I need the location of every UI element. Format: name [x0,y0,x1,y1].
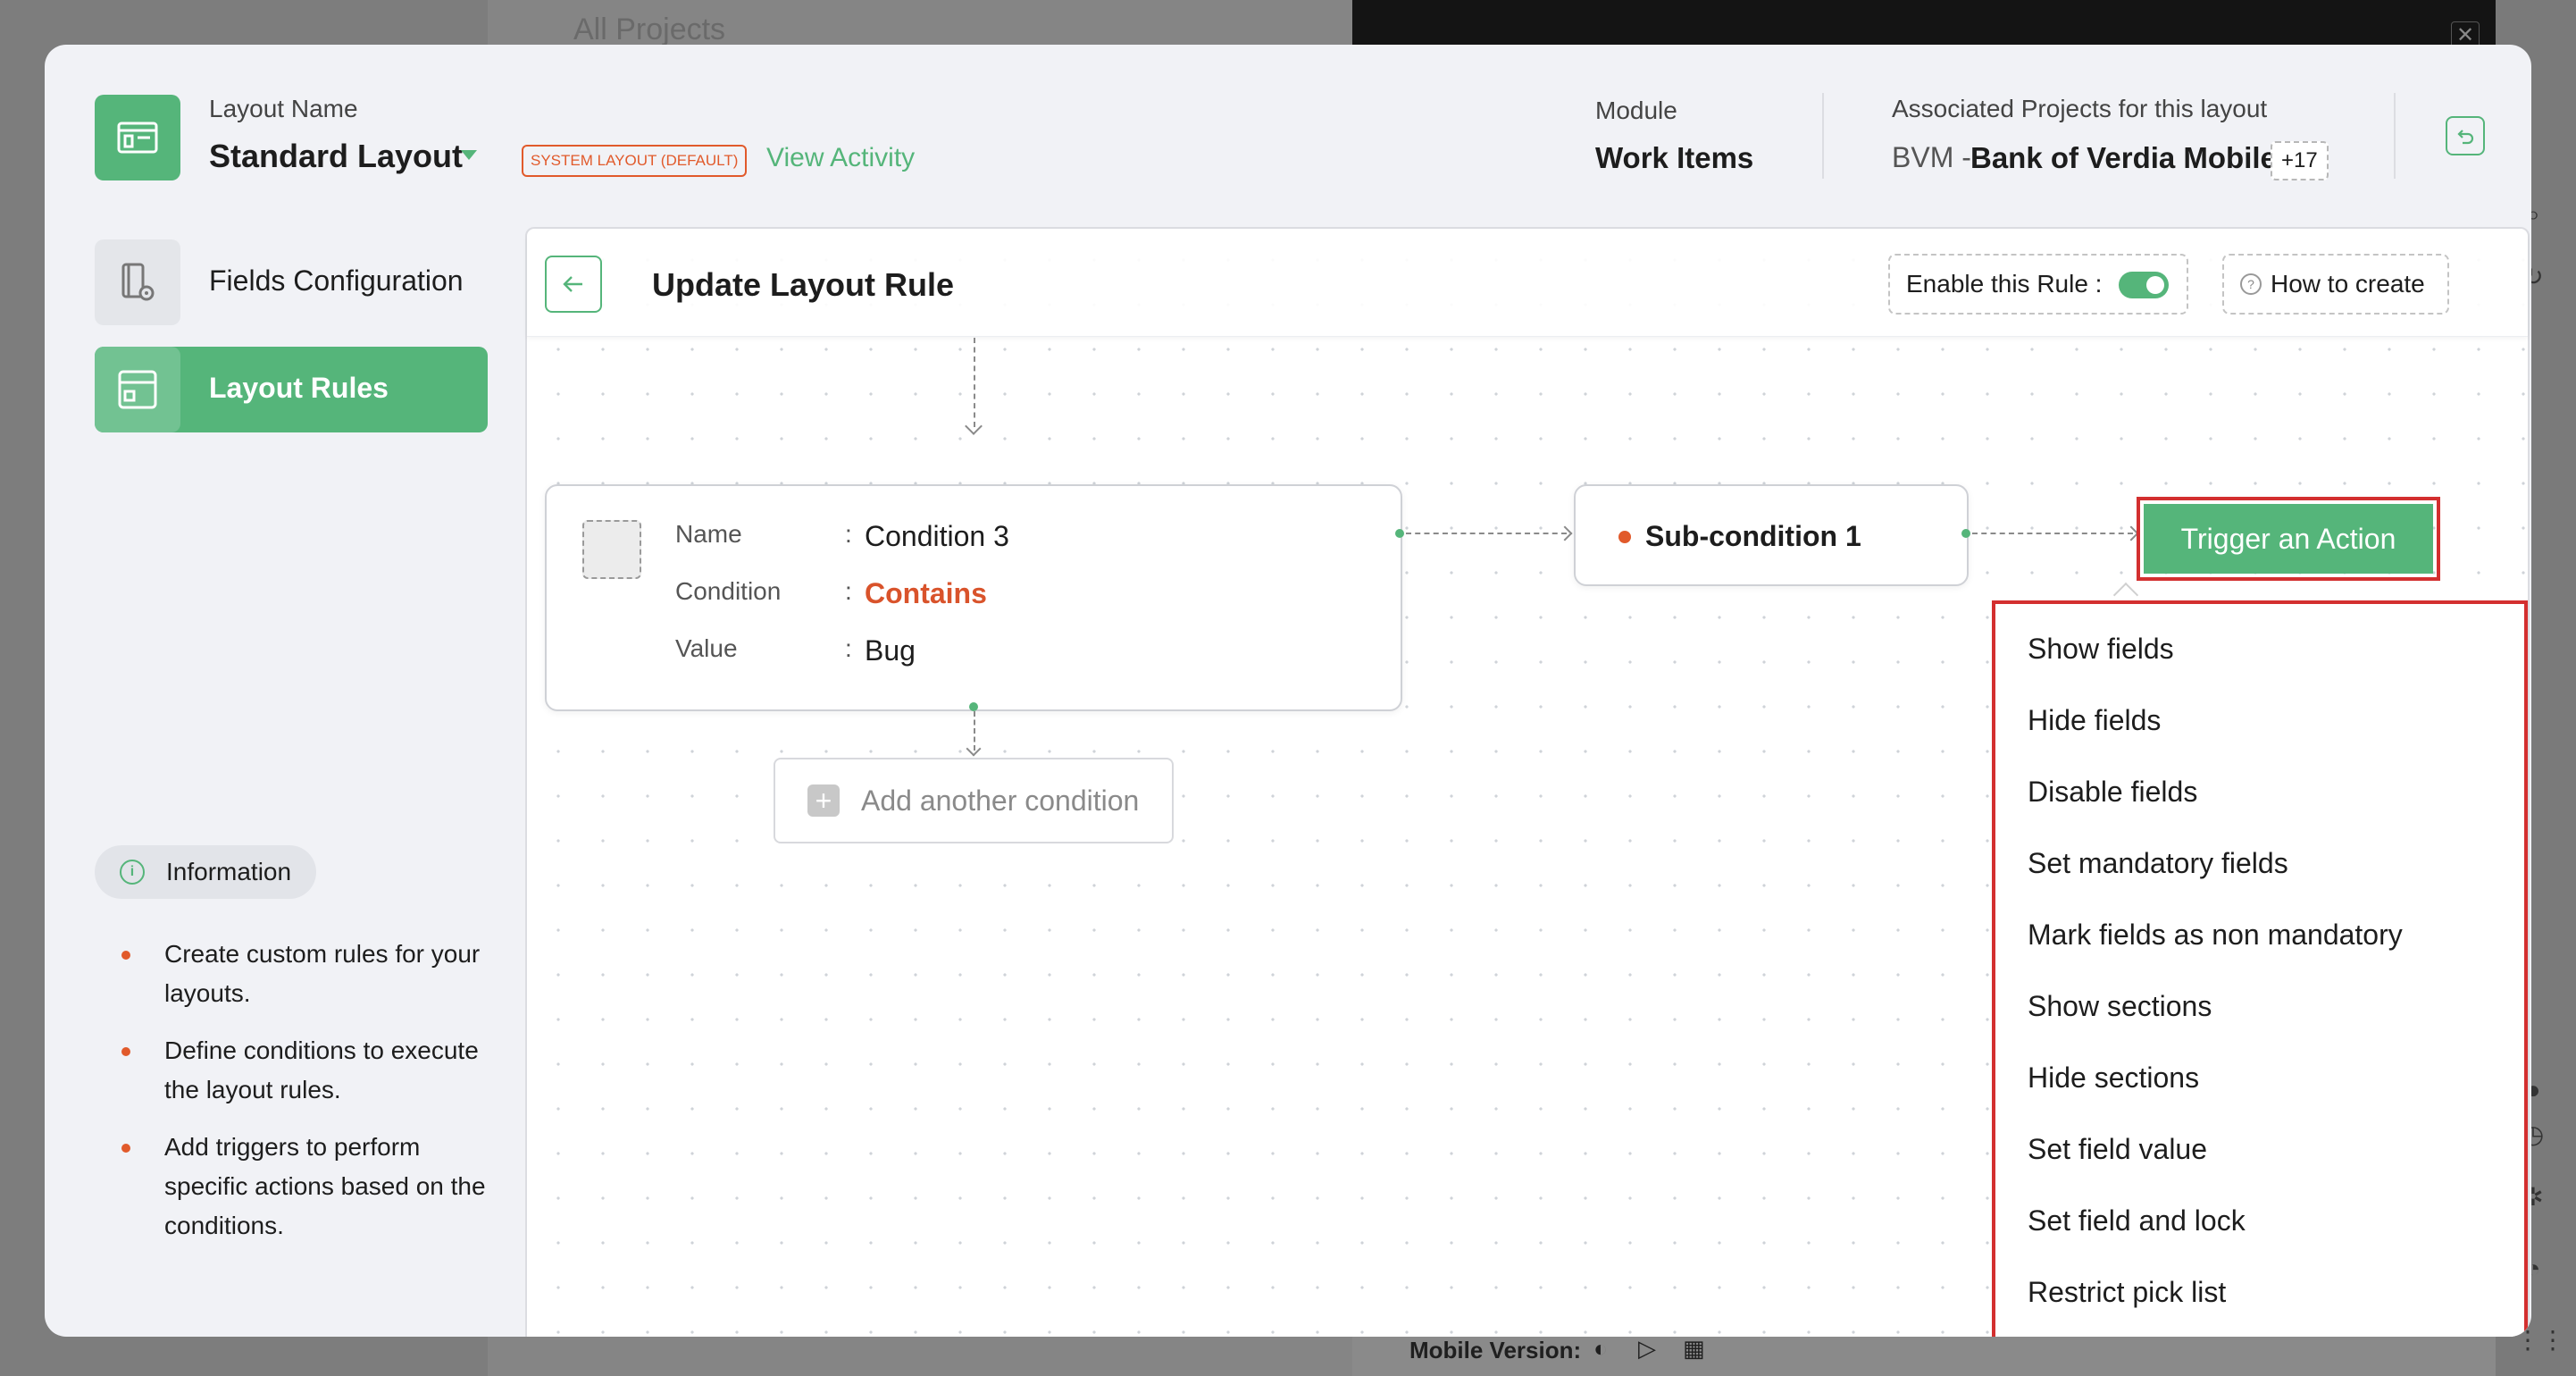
plus-icon: + [807,784,840,817]
condition-name-value: Condition 3 [865,520,1009,552]
colon: : [845,634,852,662]
apple-icon[interactable]: ◐ [1593,1335,1608,1363]
back-button[interactable] [545,256,602,313]
menu-item-disable-fields[interactable]: Disable fields [2028,776,2197,809]
layout-name-selector[interactable]: Standard Layout [209,138,463,175]
sidebar-item-layout-rules[interactable]: Layout Rules [95,347,488,432]
connector-line [1972,533,2133,534]
add-another-condition-button[interactable]: + Add another condition [774,758,1174,843]
menu-item-hide-fields[interactable]: Hide fields [2028,704,2161,737]
module-value: Work Items [1595,141,1754,174]
information-list: Create custom rules for your layouts. De… [121,935,497,1263]
add-condition-label: Add another condition [861,784,1140,817]
layout-rules-modal: Layout Name Standard Layout SYSTEM LAYOU… [45,45,2531,1337]
status-dot [1618,531,1631,543]
layout-icon [95,95,180,180]
background-title: All Projects [573,13,726,46]
arrow-down-icon [966,741,982,757]
header-divider [2394,93,2396,179]
info-icon: i [120,860,145,885]
information-pill: i Information [95,845,317,899]
connector-dot [969,702,978,711]
page-title: Update Layout Rule [652,266,955,303]
information-point: Add triggers to perform specific actions… [121,1128,497,1246]
menu-item-show-sections[interactable]: Show sections [2028,990,2212,1023]
how-to-create-button[interactable]: ? How to create [2222,254,2449,315]
associated-project-name: Bank of Verdia Mobile [1970,141,2277,174]
information-point: Define conditions to execute the layout … [121,1031,497,1110]
associated-project-prefix: BVM - [1892,141,1971,173]
background-dark-header: ✕ [1352,0,2496,50]
sub-condition-label: Sub-condition 1 [1645,520,1861,552]
module-label: Module [1595,96,1677,124]
action-dropdown-menu: Show fields Hide fields Disable fields S… [1992,600,2528,1337]
menu-item-set-field-value[interactable]: Set field value [2028,1133,2207,1166]
condition-name-key: Name [675,520,742,548]
qr-code-icon[interactable]: ▦ [1683,1335,1705,1363]
connector-dot [1395,529,1404,538]
question-icon: ? [2240,273,2262,295]
mobile-version-label: Mobile Version: [1409,1337,1582,1363]
arrow-right-icon [1557,525,1573,541]
colon: : [845,577,852,605]
reset-button[interactable] [2446,116,2485,155]
menu-item-set-field-and-lock[interactable]: Set field and lock [2028,1204,2246,1238]
associated-projects-label: Associated Projects for this layout [1892,95,2268,122]
menu-item-show-fields[interactable]: Show fields [2028,633,2174,666]
sidebar-item-label: Layout Rules [209,372,389,404]
colon: : [845,520,852,548]
arrow-down-icon [965,417,983,435]
trigger-an-action-button[interactable]: Trigger an Action [2144,504,2433,574]
system-layout-badge: SYSTEM LAYOUT (DEFAULT) [522,145,748,177]
play-store-icon[interactable]: ▷ [1638,1335,1656,1363]
condition-value-key: Value [675,634,738,662]
condition-operator-value: Contains [865,577,987,609]
sidebar-item-fields-configuration[interactable]: Fields Configuration [95,239,488,325]
arrow-left-icon [563,276,582,292]
fields-config-icon [95,239,180,325]
canvas-header: Update Layout Rule Enable this Rule : ? … [527,229,2528,337]
connector-dot [1961,529,1970,538]
condition-drag-handle[interactable] [582,520,641,579]
condition-card[interactable]: Name : Condition 3 Condition : Contains … [545,484,1402,711]
enable-rule-toggle[interactable] [2119,272,2169,298]
connector-line [974,338,975,427]
chevron-down-icon[interactable] [461,150,477,160]
information-point: Create custom rules for your layouts. [121,935,497,1013]
information-label: Information [166,858,292,885]
sidebar-item-label: Fields Configuration [209,264,464,297]
layout-name-label: Layout Name [209,95,358,122]
header-divider [1822,93,1824,179]
menu-item-restrict-pick-list[interactable]: Restrict pick list [2028,1276,2226,1309]
rule-builder-canvas: Update Layout Rule Enable this Rule : ? … [525,227,2530,1337]
enable-rule-control: Enable this Rule : [1888,254,2188,315]
layout-rules-icon [95,347,180,432]
sub-condition-card[interactable]: Sub-condition 1 [1574,484,1969,586]
condition-operator-key: Condition [675,577,782,605]
view-activity-link[interactable]: View Activity [766,143,915,173]
how-to-create-label: How to create [2271,270,2425,298]
menu-item-hide-sections[interactable]: Hide sections [2028,1061,2199,1095]
menu-item-mark-non-mandatory[interactable]: Mark fields as non mandatory [2028,919,2403,952]
menu-item-set-mandatory-fields[interactable]: Set mandatory fields [2028,847,2288,880]
enable-rule-label: Enable this Rule : [1906,270,2103,298]
undo-icon [2457,130,2474,145]
connector-line [1406,533,1567,534]
more-projects-badge[interactable]: +17 [2271,141,2329,180]
condition-value-value: Bug [865,634,916,667]
